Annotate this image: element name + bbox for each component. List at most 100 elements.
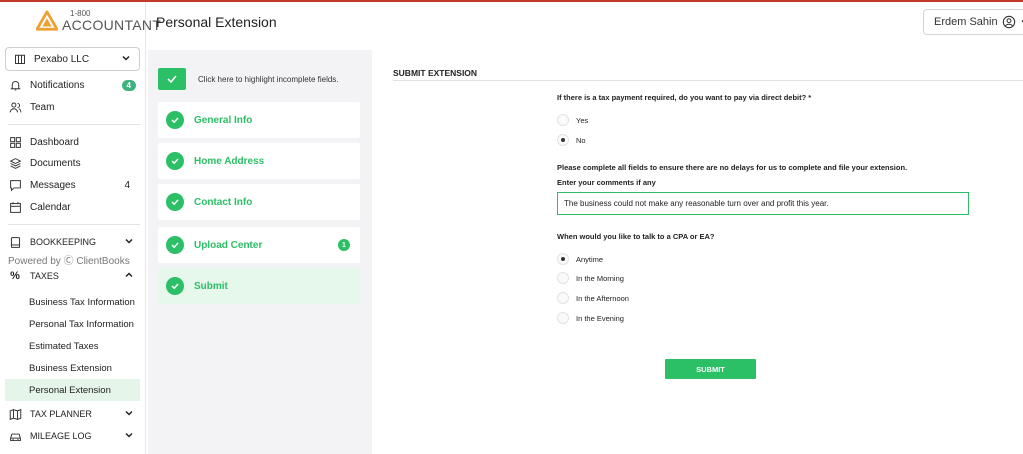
company-name: Pexabo LLC <box>34 53 90 65</box>
form-heading: SUBMIT EXTENSION <box>393 68 478 78</box>
notifications-badge: 4 <box>121 79 136 91</box>
nav-mileage-log[interactable]: MILEAGE LOG <box>8 426 140 446</box>
nav-documents[interactable]: Documents <box>8 153 140 173</box>
tablet-icon <box>8 235 22 249</box>
radio-morning[interactable] <box>557 272 569 284</box>
chevron-down-icon <box>124 236 134 249</box>
nav-bookkeeping-label: BOOKKEEPING <box>30 237 97 247</box>
step-label: General Info <box>194 114 253 126</box>
radio-anytime[interactable] <box>557 253 569 265</box>
step-label: Home Address <box>194 155 265 167</box>
form-divider <box>393 80 1023 81</box>
debit-option-yes-label: Yes <box>576 115 589 125</box>
step-label: Upload Center <box>194 239 263 251</box>
brand-name: ACCOUNTANT <box>62 17 162 33</box>
chevron-down-icon <box>124 408 134 421</box>
nav-messages-label: Messages <box>30 179 76 191</box>
chevron-down-icon <box>124 430 134 443</box>
step-upload-center[interactable]: Upload Center 1 <box>158 227 360 263</box>
nav-notifications[interactable]: Notifications 4 <box>8 75 140 95</box>
talk-option-morning[interactable]: In the Morning <box>557 272 624 284</box>
users-icon <box>8 100 22 114</box>
step-label: Submit <box>194 280 228 292</box>
step-submit[interactable]: Submit <box>158 268 360 304</box>
nav-messages[interactable]: Messages 4 <box>8 175 140 195</box>
step-home-address[interactable]: Home Address <box>158 143 360 179</box>
talk-time-question: When would you like to talk to a CPA or … <box>557 232 715 241</box>
top-accent-line <box>0 0 1023 2</box>
nav-estimated-taxes[interactable]: Estimated Taxes <box>5 335 140 357</box>
nav-tax-planner[interactable]: TAX PLANNER <box>8 404 140 424</box>
talk-option-label: In the Morning <box>576 273 624 283</box>
car-icon <box>8 429 22 443</box>
message-icon <box>8 178 22 192</box>
map-icon <box>8 407 22 421</box>
nav-taxes[interactable]: % TAXES <box>8 266 140 286</box>
talk-option-label: Anytime <box>576 254 604 264</box>
upload-center-badge: 1 <box>338 239 350 251</box>
percent-icon: % <box>10 270 20 282</box>
messages-count: 4 <box>124 179 130 191</box>
nav-mileage-log-label: MILEAGE LOG <box>30 431 92 441</box>
nav-bookkeeping[interactable]: BOOKKEEPING <box>8 232 140 252</box>
nav-team[interactable]: Team <box>8 97 140 117</box>
step-contact-info[interactable]: Contact Info <box>158 184 360 220</box>
sidebar: 1-800 ACCOUNTANT Pexabo LLC Notification… <box>0 2 161 454</box>
nav-business-extension[interactable]: Business Extension <box>5 357 140 379</box>
nav-team-label: Team <box>30 101 55 113</box>
nav-dashboard[interactable]: Dashboard <box>8 132 140 152</box>
nav-business-tax-information[interactable]: Business Tax Information <box>5 291 140 313</box>
comments-textarea[interactable]: The business could not make any reasonab… <box>557 192 969 215</box>
nav-notifications-label: Notifications <box>30 79 85 91</box>
highlight-incomplete-text: Click here to highlight incomplete field… <box>198 74 339 84</box>
check-circle-icon <box>166 193 184 211</box>
highlight-incomplete-toggle[interactable]: Click here to highlight incomplete field… <box>158 68 339 90</box>
sidebar-divider <box>8 224 140 225</box>
radio-afternoon[interactable] <box>557 292 569 304</box>
chevron-down-icon <box>121 53 131 66</box>
talk-option-afternoon[interactable]: In the Afternoon <box>557 292 629 304</box>
nav-personal-tax-information[interactable]: Personal Tax Information <box>5 313 140 335</box>
radio-yes[interactable] <box>557 114 569 126</box>
page-title: Personal Extension <box>156 14 277 30</box>
nav-calendar-label: Calendar <box>30 201 71 213</box>
step-general-info[interactable]: General Info <box>158 102 360 138</box>
talk-option-anytime[interactable]: Anytime <box>557 253 603 265</box>
user-avatar-icon <box>1002 15 1015 29</box>
nav-documents-label: Documents <box>30 157 81 169</box>
talk-option-evening[interactable]: In the Evening <box>557 312 624 324</box>
radio-no[interactable] <box>557 134 569 146</box>
sidebar-divider <box>8 124 140 125</box>
submit-button[interactable]: SUBMIT <box>665 359 756 379</box>
calendar-icon <box>8 200 22 214</box>
user-menu-button[interactable]: Erdem Sahin <box>923 9 1023 35</box>
company-selector[interactable]: Pexabo LLC <box>5 47 140 71</box>
grid-icon <box>8 135 22 149</box>
nav-personal-extension[interactable]: Personal Extension <box>5 379 140 401</box>
user-name: Erdem Sahin <box>934 16 998 28</box>
radio-evening[interactable] <box>557 312 569 324</box>
nav-taxes-label: TAXES <box>30 271 59 281</box>
talk-option-label: In the Evening <box>576 313 624 323</box>
check-circle-icon <box>166 111 184 129</box>
bell-icon <box>8 78 22 92</box>
steps-panel: Click here to highlight incomplete field… <box>148 50 372 454</box>
nav-calendar[interactable]: Calendar <box>8 197 140 217</box>
powered-by-clientbooks: Powered by Ⓒ ClientBooks <box>8 256 130 267</box>
chevron-down-icon <box>1021 19 1023 23</box>
debit-option-yes[interactable]: Yes <box>557 114 588 126</box>
brand-logo[interactable]: 1-800 ACCOUNTANT <box>36 10 161 32</box>
talk-option-label: In the Afternoon <box>576 293 629 303</box>
check-circle-icon <box>166 236 184 254</box>
completion-notice: Please complete all fields to ensure the… <box>557 163 908 172</box>
layers-icon <box>8 156 22 170</box>
step-label: Contact Info <box>194 196 253 208</box>
logo-triangle-icon <box>36 10 58 31</box>
nav-tax-planner-label: TAX PLANNER <box>30 409 92 419</box>
building-icon <box>15 54 25 64</box>
check-icon <box>158 68 186 90</box>
check-circle-icon <box>166 277 184 295</box>
debit-option-no[interactable]: No <box>557 134 586 146</box>
nav-dashboard-label: Dashboard <box>30 136 79 148</box>
check-circle-icon <box>166 152 184 170</box>
